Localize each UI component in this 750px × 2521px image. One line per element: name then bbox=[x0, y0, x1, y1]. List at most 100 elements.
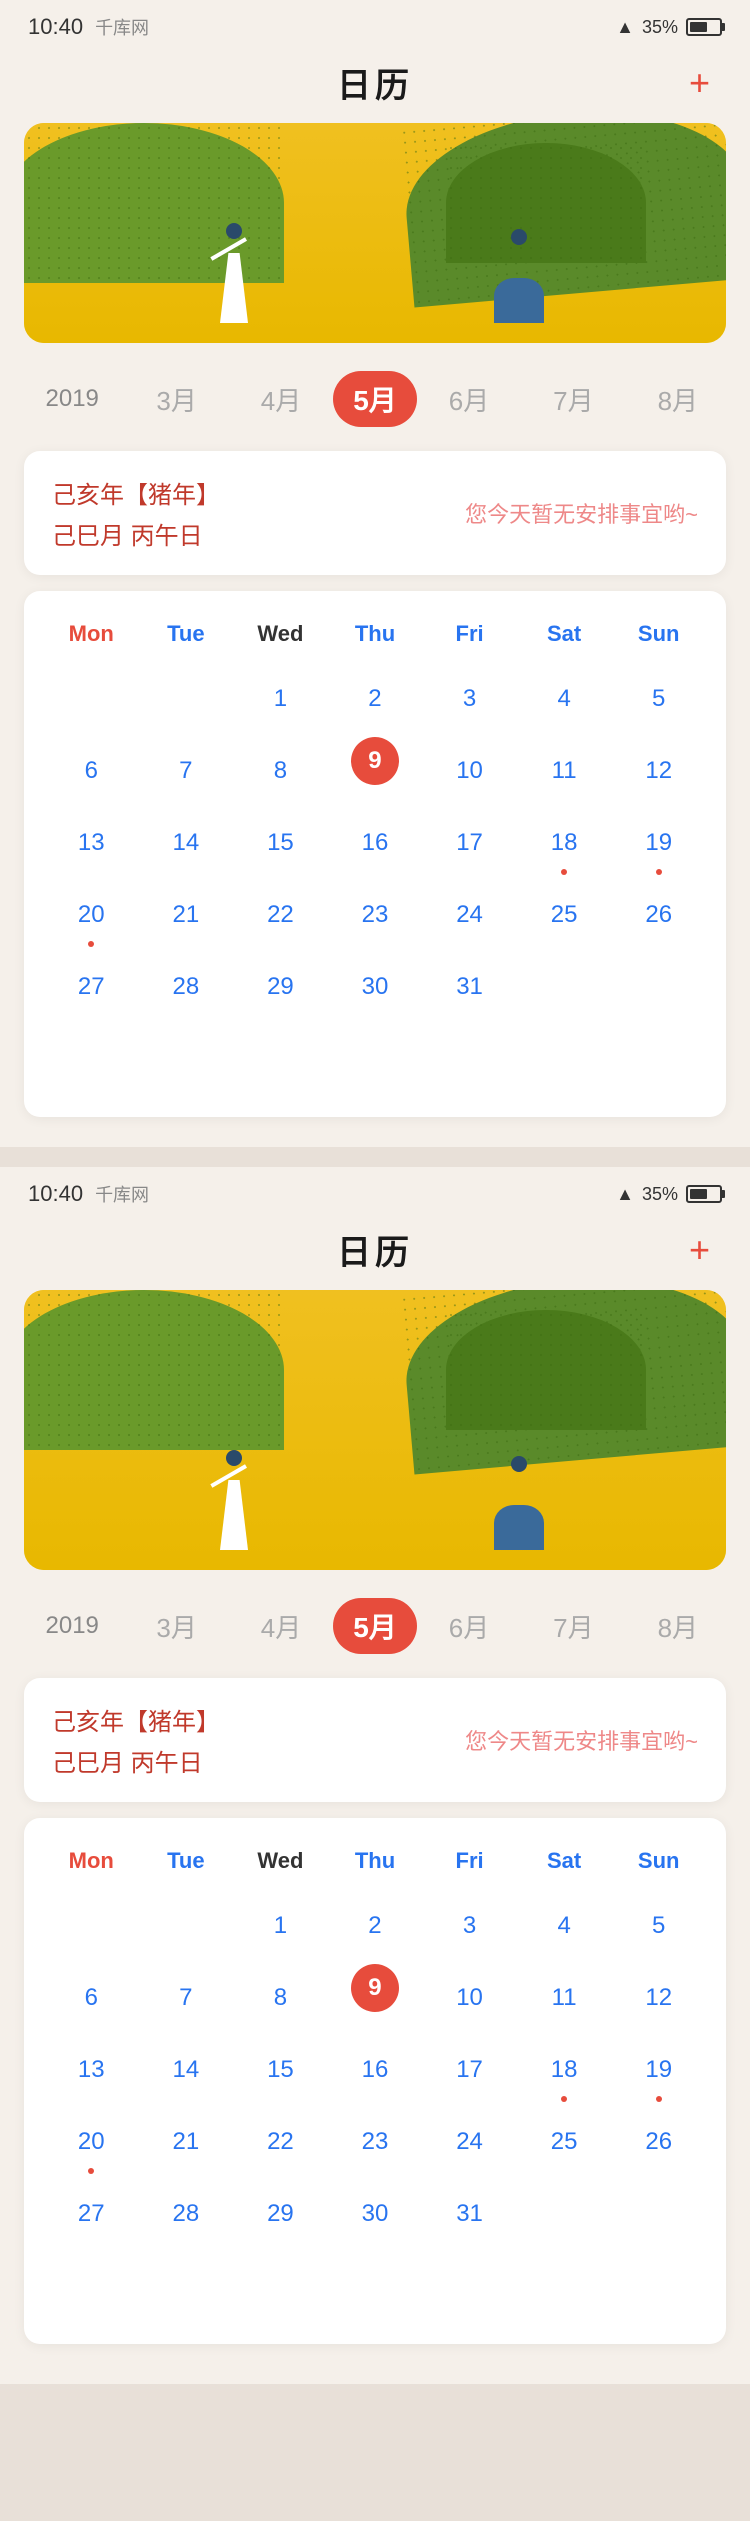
cal2-cell-21[interactable]: 21 bbox=[139, 2108, 234, 2176]
cal-cell-17[interactable]: 17 bbox=[422, 809, 517, 877]
cal2-empty-7 bbox=[233, 2252, 328, 2320]
cal2-cell-26[interactable]: 26 bbox=[611, 2108, 706, 2176]
cal-cell-5[interactable]: 5 bbox=[611, 665, 706, 733]
cal-cell-25[interactable]: 25 bbox=[517, 881, 612, 949]
cal-cell-26[interactable]: 26 bbox=[611, 881, 706, 949]
day-fri-1: Fri bbox=[422, 615, 517, 653]
month-5-active[interactable]: 5月 bbox=[333, 371, 417, 427]
cal-cell-29[interactable]: 29 bbox=[233, 953, 328, 1021]
cal-cell-10[interactable]: 10 bbox=[422, 737, 517, 805]
day-tue-2: Tue bbox=[139, 1842, 234, 1880]
cal2-cell-20[interactable]: 20 bbox=[44, 2108, 139, 2176]
month-4-s2[interactable]: 4月 bbox=[229, 1600, 333, 1653]
add-button-1[interactable]: + bbox=[689, 62, 710, 104]
cal2-cell-11[interactable]: 11 bbox=[517, 1964, 612, 2032]
cal-cell-12[interactable]: 12 bbox=[611, 737, 706, 805]
hill-left-2 bbox=[24, 1290, 284, 1450]
cal-cell-27[interactable]: 27 bbox=[44, 953, 139, 1021]
illustration-1 bbox=[24, 123, 726, 343]
cal-cell-31[interactable]: 31 bbox=[422, 953, 517, 1021]
cal2-cell-17[interactable]: 17 bbox=[422, 2036, 517, 2104]
cal2-cell-23[interactable]: 23 bbox=[328, 2108, 423, 2176]
cal-cell-6[interactable]: 6 bbox=[44, 737, 139, 805]
hill-dots-right2-1 bbox=[446, 143, 646, 263]
status-bar-1: 10:40 千库网 ▲ 35% bbox=[0, 0, 750, 48]
add-button-2[interactable]: + bbox=[689, 1229, 710, 1271]
cal-cell-4[interactable]: 4 bbox=[517, 665, 612, 733]
cal-header-2: Mon Tue Wed Thu Fri Sat Sun bbox=[44, 1842, 706, 1880]
cal2-cell-10[interactable]: 10 bbox=[422, 1964, 517, 2032]
status-time-2: 10:40 bbox=[28, 1181, 83, 1207]
cal-cell-7[interactable]: 7 bbox=[139, 737, 234, 805]
month-8[interactable]: 8月 bbox=[626, 373, 730, 426]
cal-cell-8[interactable]: 8 bbox=[233, 737, 328, 805]
cal-cell-21[interactable]: 21 bbox=[139, 881, 234, 949]
figure-blue-2 bbox=[491, 1470, 546, 1550]
cal2-cell-3[interactable]: 3 bbox=[422, 1892, 517, 1960]
cal-cell-1[interactable]: 1 bbox=[233, 665, 328, 733]
cal-cell-23[interactable]: 23 bbox=[328, 881, 423, 949]
cal2-cell-5[interactable]: 5 bbox=[611, 1892, 706, 1960]
cal2-cell-27[interactable]: 27 bbox=[44, 2180, 139, 2248]
cal-cell-28[interactable]: 28 bbox=[139, 953, 234, 1021]
cal-cell-13[interactable]: 13 bbox=[44, 809, 139, 877]
hill-dots-right2-2 bbox=[446, 1310, 646, 1430]
cal2-cell-6[interactable]: 6 bbox=[44, 1964, 139, 2032]
hill-right2-2 bbox=[446, 1310, 646, 1430]
day-sun-1: Sun bbox=[611, 615, 706, 653]
month-6-s2[interactable]: 6月 bbox=[417, 1600, 521, 1653]
cal2-cell-1[interactable]: 1 bbox=[233, 1892, 328, 1960]
month-5-active-s2[interactable]: 5月 bbox=[333, 1598, 417, 1654]
cal2-cell-15[interactable]: 15 bbox=[233, 2036, 328, 2104]
cal2-cell-4[interactable]: 4 bbox=[517, 1892, 612, 1960]
month-8-s2[interactable]: 8月 bbox=[626, 1600, 730, 1653]
cal-cell-empty-3 bbox=[517, 953, 612, 1021]
header-1: 日历 + bbox=[0, 48, 750, 123]
month-3-s2[interactable]: 3月 bbox=[124, 1600, 228, 1653]
cal2-cell-29[interactable]: 29 bbox=[233, 2180, 328, 2248]
month-7[interactable]: 7月 bbox=[521, 373, 625, 426]
cal-cell-11[interactable]: 11 bbox=[517, 737, 612, 805]
cal2-cell-18[interactable]: 18 bbox=[517, 2036, 612, 2104]
battery-percent-1: 35% bbox=[642, 17, 678, 38]
cal2-cell-25[interactable]: 25 bbox=[517, 2108, 612, 2176]
cal2-cell-19[interactable]: 19 bbox=[611, 2036, 706, 2104]
cal-cell-14[interactable]: 14 bbox=[139, 809, 234, 877]
month-4[interactable]: 4月 bbox=[229, 373, 333, 426]
month-7-s2[interactable]: 7月 bbox=[521, 1600, 625, 1653]
cal2-cell-7[interactable]: 7 bbox=[139, 1964, 234, 2032]
cal2-cell-13[interactable]: 13 bbox=[44, 2036, 139, 2104]
cal-cell-22[interactable]: 22 bbox=[233, 881, 328, 949]
cal-cell-today-1[interactable]: 9 bbox=[351, 737, 399, 785]
no-event-1: 您今天暂无安排事宜哟~ bbox=[465, 497, 698, 529]
cal-cell-empty-1 bbox=[44, 665, 139, 733]
cal2-cell-14[interactable]: 14 bbox=[139, 2036, 234, 2104]
cal2-cell-28[interactable]: 28 bbox=[139, 2180, 234, 2248]
cal-cell-18[interactable]: 18 bbox=[517, 809, 612, 877]
cal-cell-empty-4 bbox=[611, 953, 706, 1021]
cal2-cell-24[interactable]: 24 bbox=[422, 2108, 517, 2176]
cal2-cell-8[interactable]: 8 bbox=[233, 1964, 328, 2032]
cal-cell-19[interactable]: 19 bbox=[611, 809, 706, 877]
cal2-cell-12[interactable]: 12 bbox=[611, 1964, 706, 2032]
cal-cell-2[interactable]: 2 bbox=[328, 665, 423, 733]
month-6[interactable]: 6月 bbox=[417, 373, 521, 426]
month-3[interactable]: 3月 bbox=[124, 373, 228, 426]
cal2-empty-2 bbox=[139, 1892, 234, 1960]
cal-cell-20[interactable]: 20 bbox=[44, 881, 139, 949]
cal2-cell-22[interactable]: 22 bbox=[233, 2108, 328, 2176]
cal2-cell-16[interactable]: 16 bbox=[328, 2036, 423, 2104]
cal2-empty-1 bbox=[44, 1892, 139, 1960]
cal2-cell-today[interactable]: 9 bbox=[351, 1964, 399, 2012]
battery-icon-2 bbox=[686, 1185, 722, 1203]
cal-cell-16[interactable]: 16 bbox=[328, 809, 423, 877]
cal-cell-30[interactable]: 30 bbox=[328, 953, 423, 1021]
cal2-cell-30[interactable]: 30 bbox=[328, 2180, 423, 2248]
cal2-cell-2[interactable]: 2 bbox=[328, 1892, 423, 1960]
cal-cell-3[interactable]: 3 bbox=[422, 665, 517, 733]
cal-cell-24[interactable]: 24 bbox=[422, 881, 517, 949]
cal-cell-15[interactable]: 15 bbox=[233, 809, 328, 877]
cal2-cell-31[interactable]: 31 bbox=[422, 2180, 517, 2248]
screen-2: 10:40 千库网 ▲ 35% 日历 + bbox=[0, 1167, 750, 2384]
hill-dots-left-2 bbox=[24, 1290, 284, 1450]
